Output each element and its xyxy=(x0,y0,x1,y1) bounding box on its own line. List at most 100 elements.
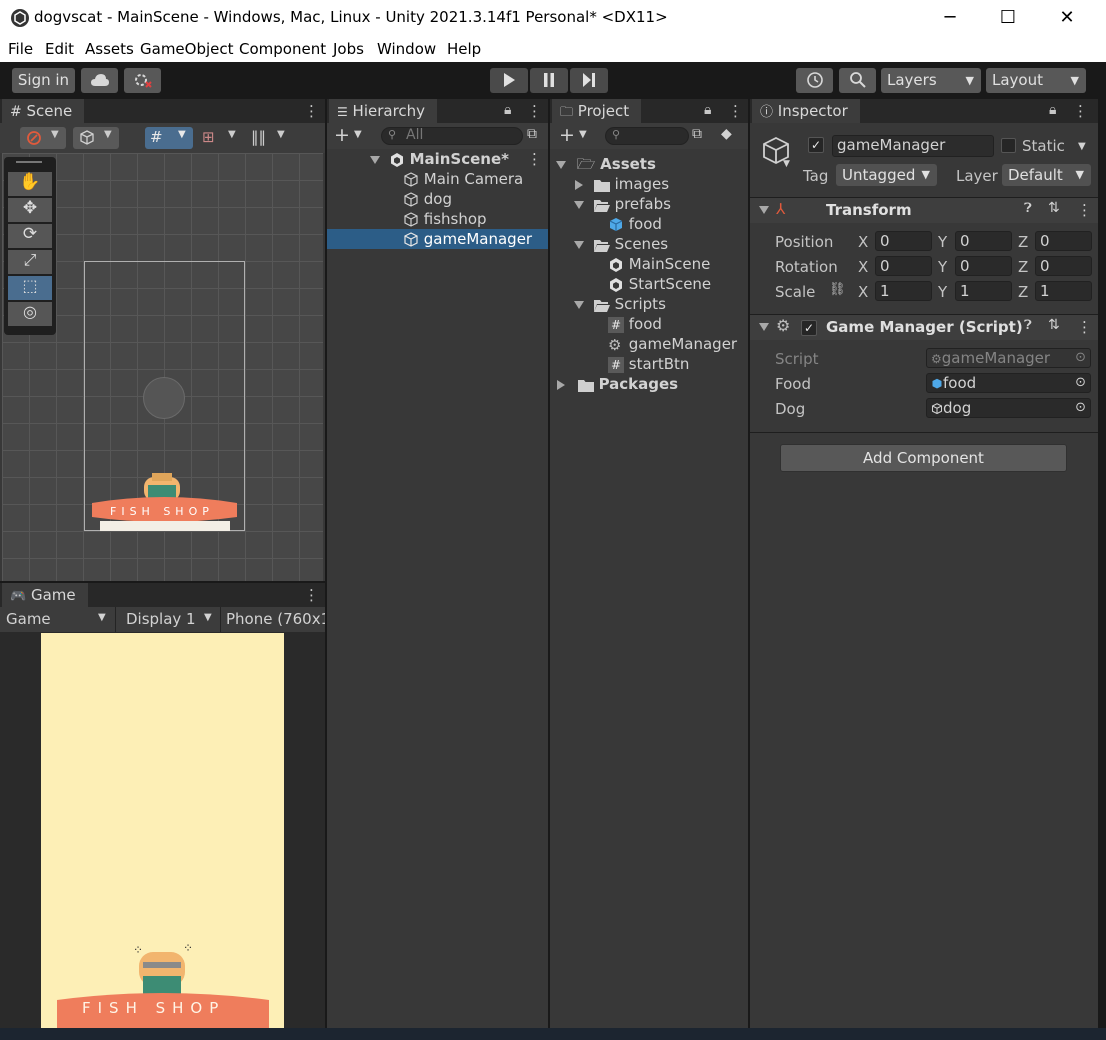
menu-window[interactable]: Window xyxy=(377,40,436,58)
layers-dropdown[interactable]: Layers ▼ xyxy=(881,68,981,93)
drag-handle[interactable] xyxy=(16,161,42,163)
close-button[interactable]: ✕ xyxy=(1052,4,1082,32)
add-component-button[interactable]: Add Component xyxy=(780,444,1067,472)
rotation-z-input[interactable]: 0 xyxy=(1035,256,1092,276)
game-mode-dropdown[interactable]: Game ▼ xyxy=(6,610,114,630)
more-options-icon[interactable]: ⋮ xyxy=(1077,201,1092,219)
preset-icon[interactable]: ⇅ xyxy=(1048,317,1060,333)
scene-viewport[interactable]: FISH SHOP ✋ ✥ ⟳ ⤢ ⬚ ◎ xyxy=(2,153,323,581)
expand-arrow-icon[interactable] xyxy=(759,206,769,214)
project-asset-script-startbtn[interactable]: # startBtn xyxy=(550,354,748,374)
grid-snap-dropdown[interactable]: # ▼ xyxy=(145,127,193,149)
tab-project[interactable]: 🗀 Project xyxy=(552,99,642,123)
cloud-button[interactable] xyxy=(81,68,118,93)
layout-dropdown[interactable]: Layout ▼ xyxy=(986,68,1086,93)
hand-tool-button[interactable]: ✋ xyxy=(8,172,52,196)
project-search-input[interactable]: ⚲ xyxy=(605,127,689,145)
transform-tool-button[interactable]: ◎ xyxy=(8,302,52,326)
dog-object-field[interactable]: dog ⊙ xyxy=(926,398,1091,418)
more-options-icon[interactable]: ⋮ xyxy=(527,149,542,169)
increment-snap-dropdown[interactable]: ⊞ ▼ xyxy=(198,127,244,149)
scale-z-input[interactable]: 1 xyxy=(1035,281,1092,301)
draw-mode-dropdown[interactable]: ▼ xyxy=(20,127,66,149)
history-button[interactable] xyxy=(796,68,833,93)
help-icon[interactable]: ❓︎ xyxy=(1024,318,1032,333)
expand-arrow-icon[interactable] xyxy=(574,200,584,209)
shading-dropdown[interactable]: ▼ xyxy=(73,127,119,149)
scale-y-input[interactable]: 1 xyxy=(955,281,1012,301)
project-folder-scenes[interactable]: Scenes xyxy=(550,234,748,254)
position-x-input[interactable]: 0 xyxy=(875,231,932,251)
constrain-proportions-icon[interactable]: ⛓ xyxy=(829,282,846,297)
position-y-input[interactable]: 0 xyxy=(955,231,1012,251)
ruler-dropdown[interactable]: ‖‖ ▼ xyxy=(247,127,293,149)
more-options-icon[interactable]: ⋮ xyxy=(1077,318,1092,336)
preset-icon[interactable]: ⇅ xyxy=(1048,200,1060,216)
more-options-icon[interactable]: ⋮ xyxy=(527,102,542,120)
rect-tool-button[interactable]: ⬚ xyxy=(8,276,52,300)
object-name-input[interactable]: gameManager xyxy=(832,135,994,157)
tag-dropdown[interactable]: Untagged ▼ xyxy=(836,164,937,186)
move-tool-button[interactable]: ✥ xyxy=(8,198,52,222)
search-button[interactable] xyxy=(839,68,876,93)
rotation-y-input[interactable]: 0 xyxy=(955,256,1012,276)
resolution-dropdown[interactable]: Phone (760x1 xyxy=(226,610,325,630)
menu-help[interactable]: Help xyxy=(447,40,481,58)
hierarchy-scene-row[interactable]: MainScene* ⋮ xyxy=(327,149,548,169)
collab-button[interactable] xyxy=(124,68,161,93)
more-options-icon[interactable]: ⋮ xyxy=(304,586,319,604)
transform-header[interactable]: ⅄ Transform ❓︎ ⇅ ⋮ xyxy=(750,197,1098,223)
layer-dropdown[interactable]: Default ▼ xyxy=(1002,164,1091,186)
collapsed-arrow-icon[interactable] xyxy=(575,179,583,190)
hierarchy-item-main-camera[interactable]: Main Camera xyxy=(327,169,548,189)
project-folder-packages[interactable]: Packages xyxy=(550,374,748,394)
hierarchy-item-gamemanager[interactable]: gameManager xyxy=(327,229,548,249)
object-picker-icon[interactable]: ⊙ xyxy=(1075,399,1086,417)
expand-arrow-icon[interactable] xyxy=(574,240,584,249)
project-folder-scripts[interactable]: Scripts xyxy=(550,294,748,314)
tab-scene[interactable]: # Scene xyxy=(2,99,85,123)
food-object-field[interactable]: food ⊙ xyxy=(926,373,1091,393)
project-asset-prefab-food[interactable]: food xyxy=(550,214,748,234)
more-options-icon[interactable]: ⋮ xyxy=(728,102,743,120)
expand-arrow-icon[interactable] xyxy=(556,160,566,169)
component-enabled-checkbox[interactable]: ✓ xyxy=(801,320,817,336)
search-by-label-icon[interactable]: ◆ xyxy=(721,126,732,142)
script-component-header[interactable]: ⚙ ✓ Game Manager (Script) ❓︎ ⇅ ⋮ xyxy=(750,314,1098,340)
more-options-icon[interactable]: ⋮ xyxy=(1073,102,1088,120)
lock-icon[interactable]: 🔒︎ xyxy=(1049,102,1056,118)
scene-visibility-icon[interactable]: ⧉ xyxy=(527,126,537,142)
display-dropdown[interactable]: Display 1 ▼ xyxy=(126,610,218,630)
game-view[interactable]: ⁘ ⁘ FISH SHOP xyxy=(41,633,284,1028)
expand-arrow-icon[interactable] xyxy=(370,155,380,164)
lock-icon[interactable]: 🔒︎ xyxy=(704,102,711,118)
tab-hierarchy[interactable]: ☰ Hierarchy xyxy=(329,99,438,123)
hierarchy-search-input[interactable]: ⚲ All xyxy=(381,127,523,145)
project-folder-assets[interactable]: 🗁 Assets xyxy=(550,154,748,174)
sign-in-button[interactable]: Sign in xyxy=(12,68,75,93)
maximize-button[interactable]: ☐ xyxy=(993,4,1023,32)
play-button[interactable] xyxy=(490,68,528,93)
add-icon[interactable]: + xyxy=(334,124,350,146)
help-icon[interactable]: ❓︎ xyxy=(1024,201,1032,216)
rotate-tool-button[interactable]: ⟳ xyxy=(8,224,52,248)
project-asset-startscene[interactable]: StartScene xyxy=(550,274,748,294)
hierarchy-item-dog[interactable]: dog xyxy=(327,189,548,209)
project-asset-mainscene[interactable]: MainScene xyxy=(550,254,748,274)
expand-arrow-icon[interactable] xyxy=(759,323,769,331)
add-icon[interactable]: + xyxy=(559,124,575,146)
hierarchy-item-fishshop[interactable]: fishshop xyxy=(327,209,548,229)
collapsed-arrow-icon[interactable] xyxy=(557,379,565,390)
scale-x-input[interactable]: 1 xyxy=(875,281,932,301)
tab-game[interactable]: 🎮 Game xyxy=(2,583,88,607)
tab-inspector[interactable]: ⓘ Inspector xyxy=(752,99,860,123)
more-options-icon[interactable]: ⋮ xyxy=(304,102,319,120)
static-checkbox[interactable] xyxy=(1001,138,1016,153)
project-asset-script-food[interactable]: # food xyxy=(550,314,748,334)
chevron-down-icon[interactable]: ▼ xyxy=(579,129,587,140)
project-asset-script-gamemanager[interactable]: ⚙ gameManager xyxy=(550,334,748,354)
menu-edit[interactable]: Edit xyxy=(45,40,74,58)
menu-file[interactable]: File xyxy=(8,40,33,58)
chevron-down-icon[interactable]: ▼ xyxy=(1078,141,1086,152)
minimize-button[interactable]: ─ xyxy=(935,4,965,32)
